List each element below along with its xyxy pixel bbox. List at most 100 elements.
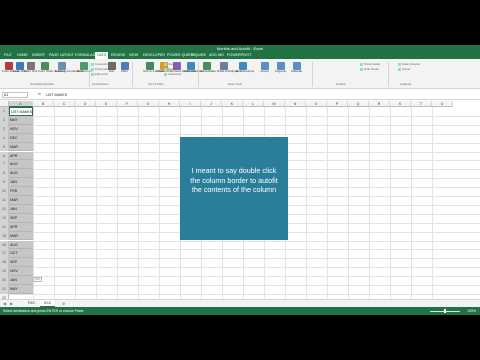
show-detail-button[interactable]: Show Detail: [360, 62, 380, 66]
cell-a7[interactable]: AUG: [9, 160, 33, 170]
cell-a11[interactable]: MAR: [9, 196, 33, 205]
tab-view[interactable]: VIEW: [127, 52, 140, 59]
tab-file[interactable]: FILE: [2, 52, 14, 59]
cell-a8[interactable]: AUG: [9, 169, 33, 179]
data-validation-button[interactable]: Data Validation: [184, 62, 204, 74]
row-header-1[interactable]: 1: [0, 107, 9, 116]
column-header-q[interactable]: Q: [348, 101, 369, 107]
text-to-columns-button[interactable]: Text to Columns: [143, 62, 165, 74]
column-header-o[interactable]: O: [306, 101, 327, 107]
solver-button[interactable]: Solver: [398, 67, 411, 71]
column-header-s[interactable]: S: [390, 101, 411, 107]
row-header-10[interactable]: 10: [0, 187, 9, 196]
column-header-d[interactable]: D: [75, 101, 96, 107]
cell-a4[interactable]: DEC: [9, 133, 33, 143]
name-box[interactable]: A1: [2, 92, 28, 98]
row-header-3[interactable]: 3: [0, 124, 9, 134]
cell-a14[interactable]: APR: [9, 222, 33, 232]
column-header-t[interactable]: T: [411, 101, 432, 107]
row-header-8[interactable]: 8: [0, 169, 9, 179]
add-sheet-icon[interactable]: ⊕: [62, 301, 65, 306]
hide-detail-button[interactable]: Hide Detail: [360, 67, 379, 71]
cell-a3[interactable]: NOV: [9, 124, 33, 134]
row-header-9[interactable]: 9: [0, 178, 9, 188]
existing-connections-button[interactable]: Existing Connections: [55, 62, 83, 74]
cell-a10[interactable]: FEB: [9, 187, 33, 196]
row-header-5[interactable]: 5: [0, 142, 9, 152]
column-header-i[interactable]: I: [180, 101, 201, 107]
connections-button[interactable]: Connections: [91, 62, 112, 66]
row-header-15[interactable]: 15: [0, 231, 9, 241]
cell-a13[interactable]: SEP: [9, 213, 33, 223]
row-header-17[interactable]: 17: [0, 249, 9, 259]
advanced-button[interactable]: Advanced: [164, 72, 181, 76]
cell-a19[interactable]: NOV: [9, 267, 33, 277]
cell-a9[interactable]: JAN: [9, 178, 33, 188]
column-header-f[interactable]: F: [117, 101, 138, 107]
row-header-12[interactable]: 12: [0, 204, 9, 214]
column-header-b[interactable]: B: [33, 101, 54, 107]
relationships-button[interactable]: Relationships: [236, 62, 254, 74]
data-analysis-button[interactable]: Data Analysis: [398, 62, 420, 66]
cell-a2[interactable]: MAY: [9, 115, 33, 125]
row-header-18[interactable]: 18: [0, 258, 9, 268]
reapply-button[interactable]: Reapply: [164, 67, 179, 71]
tab-page-layout[interactable]: PAGE LAYOUT: [47, 52, 76, 59]
next-sheet-icon[interactable]: ▶: [10, 301, 13, 306]
row-header-13[interactable]: 13: [0, 213, 9, 223]
row-header-4[interactable]: 4: [0, 133, 9, 143]
group-button[interactable]: Group: [258, 62, 271, 74]
sheet-tab-bas[interactable]: BAS: [40, 300, 56, 307]
properties-button[interactable]: Properties: [91, 67, 109, 71]
formula-input[interactable]: LIST MAKES: [46, 92, 474, 98]
tab-powerpivot[interactable]: POWERPIVOT: [225, 52, 253, 59]
column-header-k[interactable]: K: [222, 101, 243, 107]
cell-a16[interactable]: AUG: [9, 240, 33, 250]
filter-button[interactable]: Filter: [118, 62, 131, 74]
cell-a20[interactable]: JAN: [9, 276, 33, 285]
consolidate-button[interactable]: Consolidate: [200, 62, 216, 74]
zoom-thumb[interactable]: [444, 309, 446, 313]
column-header-l[interactable]: L: [243, 101, 264, 107]
column-header-h[interactable]: H: [159, 101, 180, 107]
cell-a12[interactable]: JAN: [9, 204, 33, 214]
paste-options-icon[interactable]: Ctrl: [33, 277, 42, 282]
tab-review[interactable]: REVIEW: [109, 52, 127, 59]
prev-sheet-icon[interactable]: ◀: [3, 301, 6, 306]
tab-home[interactable]: HOME: [15, 52, 30, 59]
cell-a21[interactable]: MAY: [9, 285, 33, 294]
ungroup-button[interactable]: Ungroup: [274, 62, 287, 74]
column-header-n[interactable]: N: [285, 101, 306, 107]
row-header-2[interactable]: 2: [0, 115, 9, 125]
row-header-6[interactable]: 6: [0, 151, 9, 161]
cell-a5[interactable]: MAR: [9, 142, 33, 152]
column-header-j[interactable]: J: [201, 101, 222, 107]
row-header-14[interactable]: 14: [0, 222, 9, 232]
tab-insert[interactable]: INSERT: [30, 52, 47, 59]
tab-add-ins[interactable]: ADD-INS: [207, 52, 226, 59]
edit-links-button[interactable]: Edit Links: [91, 72, 108, 76]
tab-inquire[interactable]: INQUIRE: [189, 52, 208, 59]
cell-a17[interactable]: OCT: [9, 249, 33, 259]
sheet-tab-fas[interactable]: FAS: [24, 300, 39, 307]
column-header-e[interactable]: E: [96, 101, 117, 107]
cell-a1[interactable]: LIST MAKES: [9, 107, 33, 116]
from-other-sources-button[interactable]: From Other Sources: [38, 62, 65, 74]
fx-icon[interactable]: fx: [38, 92, 41, 96]
column-header-g[interactable]: G: [138, 101, 159, 107]
column-header-m[interactable]: M: [264, 101, 285, 107]
zoom-level[interactable]: 100%: [467, 307, 476, 315]
tab-developer[interactable]: DEVELOPER: [141, 52, 167, 59]
tab-data[interactable]: DATA: [95, 52, 109, 59]
cell-a6[interactable]: APR: [9, 151, 33, 161]
column-header-u[interactable]: U: [432, 101, 453, 107]
row-header-21[interactable]: 21: [0, 285, 9, 294]
what-if-analysis-button[interactable]: What-If Analysis: [217, 62, 239, 74]
row-header-11[interactable]: 11: [0, 196, 9, 205]
column-header-p[interactable]: P: [327, 101, 348, 107]
cell-a15[interactable]: MAR: [9, 231, 33, 241]
row-header-16[interactable]: 16: [0, 240, 9, 250]
row-header-7[interactable]: 7: [0, 160, 9, 170]
subtotal-button[interactable]: Subtotal: [290, 62, 303, 74]
row-header-19[interactable]: 19: [0, 267, 9, 277]
